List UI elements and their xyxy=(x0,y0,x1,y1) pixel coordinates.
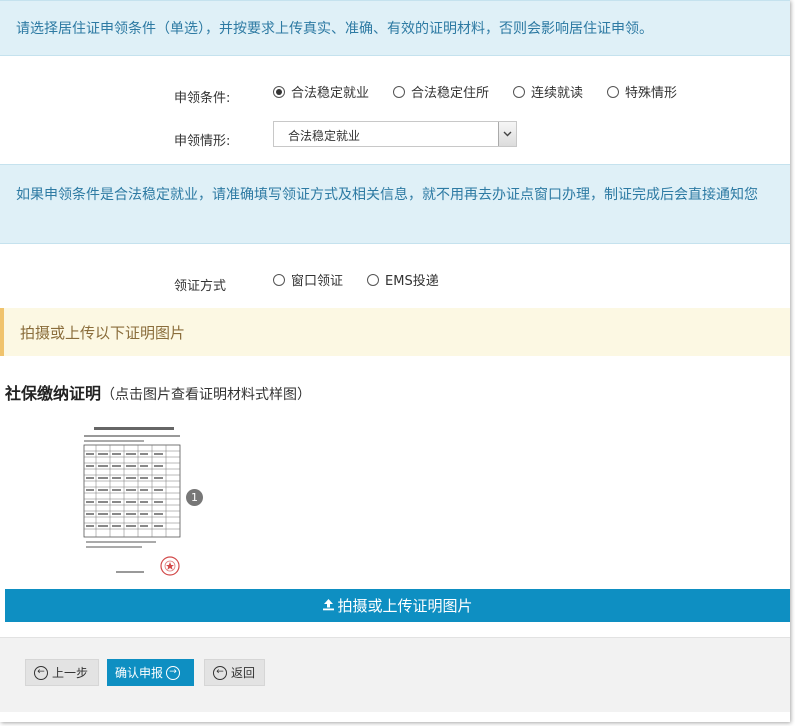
radio-circle[interactable] xyxy=(367,273,380,286)
confirm-submit-label: 确认申报 xyxy=(115,666,164,680)
instruction-notice: 请选择居住证申领条件（单选），并按要求上传真实、准确、有效的证明材料，否则会影响… xyxy=(0,0,790,56)
radio-circle[interactable] xyxy=(607,85,620,98)
radio-label: 合法稳定住所 xyxy=(411,86,490,101)
radio-circle[interactable] xyxy=(273,85,285,98)
situation-select[interactable]: 合法稳定就业 xyxy=(273,121,517,147)
condition-radio-group: 合法稳定就业 合法稳定住所 连续就读 特殊情形 xyxy=(273,82,701,101)
back-label: 返回 xyxy=(231,666,256,680)
radio-ems-delivery[interactable]: EMS投递 xyxy=(367,270,439,289)
upload-button-label: 拍摄或上传证明图片 xyxy=(337,597,473,615)
document-title: 社保缴纳证明 xyxy=(5,384,102,403)
radio-label: 特殊情形 xyxy=(625,86,678,101)
footer-bar: ← 上一步 确认申报 → ← 返回 xyxy=(0,637,790,712)
upload-icon xyxy=(322,597,335,615)
radio-label: 窗口领证 xyxy=(291,274,344,289)
condition-label: 申领条件: xyxy=(174,91,231,106)
arrow-right-circle-icon: → xyxy=(166,665,181,680)
radio-continuous-study[interactable]: 连续就读 xyxy=(513,82,583,101)
pickup-radio-group: 窗口领证 EMS投递 xyxy=(273,270,463,289)
radio-label: EMS投递 xyxy=(385,274,439,289)
back-button[interactable]: ← 返回 xyxy=(204,659,265,686)
radio-window-pickup[interactable]: 窗口领证 xyxy=(273,270,343,289)
document-hint: （点击图片查看证明材料式样图） xyxy=(101,387,312,403)
upload-proof-button[interactable]: 拍摄或上传证明图片 xyxy=(5,589,790,622)
radio-label: 合法稳定就业 xyxy=(291,86,370,101)
radio-circle[interactable] xyxy=(273,273,285,286)
radio-label: 连续就读 xyxy=(531,86,584,101)
application-form: 请选择居住证申领条件（单选），并按要求上传真实、准确、有效的证明材料，否则会影响… xyxy=(0,0,790,722)
situation-label: 申领情形: xyxy=(174,134,231,149)
arrow-left-circle-icon: ← xyxy=(213,665,227,680)
pickup-notice: 如果申领条件是合法稳定就业，请准确填写领证方式及相关信息，就不用再去办证点窗口办… xyxy=(0,164,790,244)
radio-stable-employment[interactable]: 合法稳定就业 xyxy=(273,82,369,101)
document-section-title: 社保缴纳证明（点击图片查看证明材料式样图） xyxy=(5,380,311,404)
radio-special-case[interactable]: 特殊情形 xyxy=(607,82,677,101)
radio-circle[interactable] xyxy=(393,85,406,98)
radio-circle[interactable] xyxy=(513,85,526,98)
upload-notice: 拍摄或上传以下证明图片 xyxy=(0,308,790,356)
arrow-left-circle-icon: ← xyxy=(34,665,48,680)
confirm-submit-button[interactable]: 确认申报 → xyxy=(107,659,194,686)
situation-selected-value: 合法稳定就业 xyxy=(288,129,361,143)
image-count-badge: 1 xyxy=(186,489,203,506)
sample-document-thumbnail[interactable] xyxy=(82,425,186,577)
prev-step-label: 上一步 xyxy=(52,666,89,680)
pickup-label: 领证方式 xyxy=(174,279,227,294)
chevron-down-icon[interactable] xyxy=(498,122,516,146)
radio-stable-residence[interactable]: 合法稳定住所 xyxy=(393,82,489,101)
prev-step-button[interactable]: ← 上一步 xyxy=(25,659,99,686)
